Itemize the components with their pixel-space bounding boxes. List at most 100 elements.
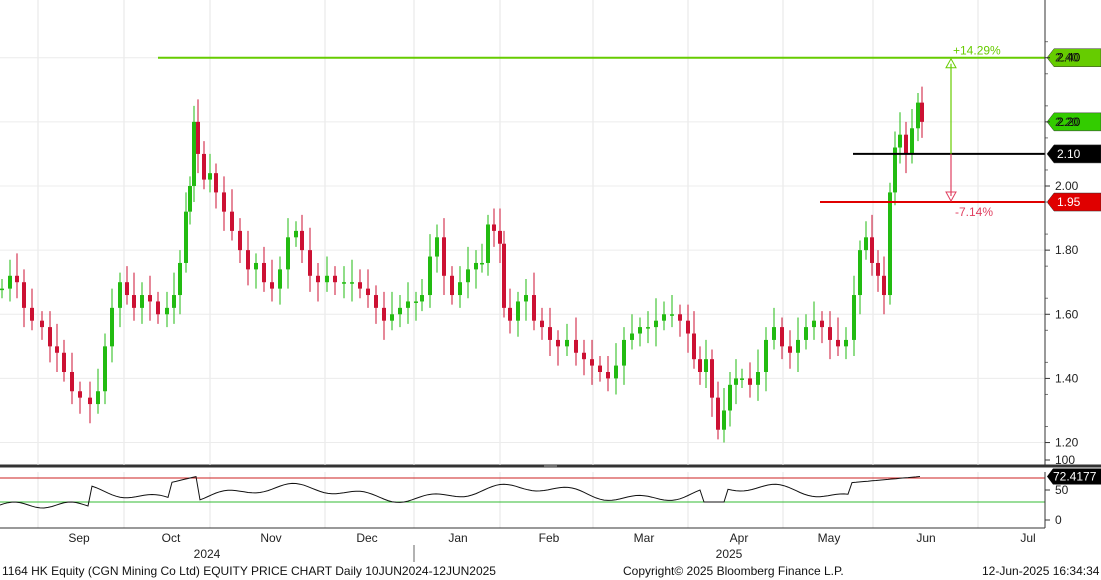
candle-body: [532, 295, 536, 321]
candle-body: [366, 288, 370, 296]
candle-body: [646, 327, 650, 329]
candle-body: [358, 282, 362, 289]
y-tick-label: 2.20: [1055, 115, 1079, 129]
candle-body: [870, 237, 874, 263]
x-tick-label: Apr: [730, 531, 749, 545]
candle-body: [904, 134, 908, 154]
candle-body: [888, 192, 892, 296]
candle-body: [325, 275, 329, 283]
candle-body: [565, 339, 569, 347]
candle-body: [728, 384, 732, 411]
candle-body: [316, 275, 320, 283]
candle-body: [606, 372, 610, 379]
candle-body: [574, 339, 578, 353]
candle-body: [820, 320, 824, 328]
candle-body: [722, 410, 726, 430]
candle-body: [254, 262, 258, 270]
candle-body: [22, 282, 26, 308]
candle-body: [716, 397, 720, 430]
footer-timestamp: 12-Jun-2025 16:34:34: [982, 564, 1100, 578]
candle-body: [308, 250, 312, 276]
candle-body: [382, 307, 386, 321]
candle-body: [262, 262, 266, 283]
candle-body: [480, 262, 484, 265]
x-tick-label: Dec: [356, 531, 377, 545]
candle-body: [498, 230, 502, 244]
candle-body: [390, 314, 394, 321]
candle-body: [398, 307, 402, 315]
candle-body: [342, 282, 346, 284]
candle-body: [406, 301, 410, 308]
x-tick-label: Feb: [539, 531, 560, 545]
candle-body: [466, 269, 470, 283]
candle-body: [474, 262, 478, 270]
candle-body: [270, 282, 274, 289]
candle-body: [140, 295, 144, 308]
candle-body: [55, 346, 59, 353]
candle-body: [294, 230, 298, 238]
candle-body: [172, 295, 176, 308]
rsi-line: [0, 475, 921, 509]
y-tick-label: 1.20: [1055, 436, 1079, 450]
candle-body: [748, 378, 752, 385]
candle-body: [188, 186, 192, 212]
y-tick-label: 1.60: [1055, 307, 1079, 321]
candle-body: [333, 275, 337, 283]
candle-body: [508, 307, 512, 321]
candle-body: [278, 269, 282, 289]
candle-body: [350, 282, 354, 284]
y-tick-label: 1.40: [1055, 371, 1079, 385]
candle-body: [920, 102, 924, 122]
candle-body: [734, 378, 738, 385]
x-tick-label: Jan: [448, 531, 467, 545]
candle-body: [882, 275, 886, 296]
x-tick-label: May: [818, 531, 841, 545]
candle-body: [156, 301, 160, 315]
candle-body: [88, 397, 92, 405]
candle-body: [864, 237, 868, 251]
candle-body: [852, 295, 856, 340]
candle-body: [208, 173, 212, 180]
candle-body: [8, 275, 12, 289]
x-tick-label: Nov: [260, 531, 281, 545]
candle-body: [796, 339, 800, 353]
candle-body: [812, 320, 816, 328]
rsi-tick-label: 50: [1055, 483, 1069, 497]
candle-body: [202, 153, 206, 180]
candle-body: [630, 333, 634, 340]
rsi-tick-label: 0: [1055, 513, 1062, 527]
candle-body: [148, 295, 152, 302]
candle-body: [15, 275, 19, 283]
rsi-tick-label: 100: [1055, 453, 1075, 467]
candle-body: [670, 314, 674, 316]
candle-body: [125, 282, 129, 296]
candle-body: [698, 359, 702, 372]
y-axis: 1.20 1.40 1.60 1.80 2.00 2.20 2.40: [1044, 0, 1079, 465]
candle-body: [916, 102, 920, 129]
candle-body: [414, 301, 418, 303]
candle-body: [374, 295, 378, 308]
candle-body: [62, 352, 66, 372]
candle-body: [96, 391, 100, 405]
grid: [0, 0, 1101, 528]
x-tick-label: Jun: [916, 531, 935, 545]
candle-body: [638, 327, 642, 334]
candle-body: [876, 262, 880, 276]
candle-body: [502, 243, 506, 308]
candle-body: [614, 365, 618, 379]
candle-body: [764, 339, 768, 372]
candle-body: [78, 391, 82, 398]
candle-body: [828, 327, 832, 340]
candle-body: [598, 365, 602, 372]
candle-body: [662, 314, 666, 321]
candle-body: [492, 224, 496, 231]
candle-body: [420, 295, 424, 302]
candle-body: [804, 327, 808, 340]
price-chart: 2.402.202.101.95+14.29%-7.14% 1.201.401.…: [0, 0, 1101, 562]
candle-body: [858, 250, 862, 296]
candle-body: [70, 372, 74, 392]
x-tick-label: Mar: [634, 531, 655, 545]
candle-body: [442, 237, 446, 276]
rsi-value-label: 72.4177: [1053, 470, 1097, 484]
candle-body: [110, 307, 114, 347]
